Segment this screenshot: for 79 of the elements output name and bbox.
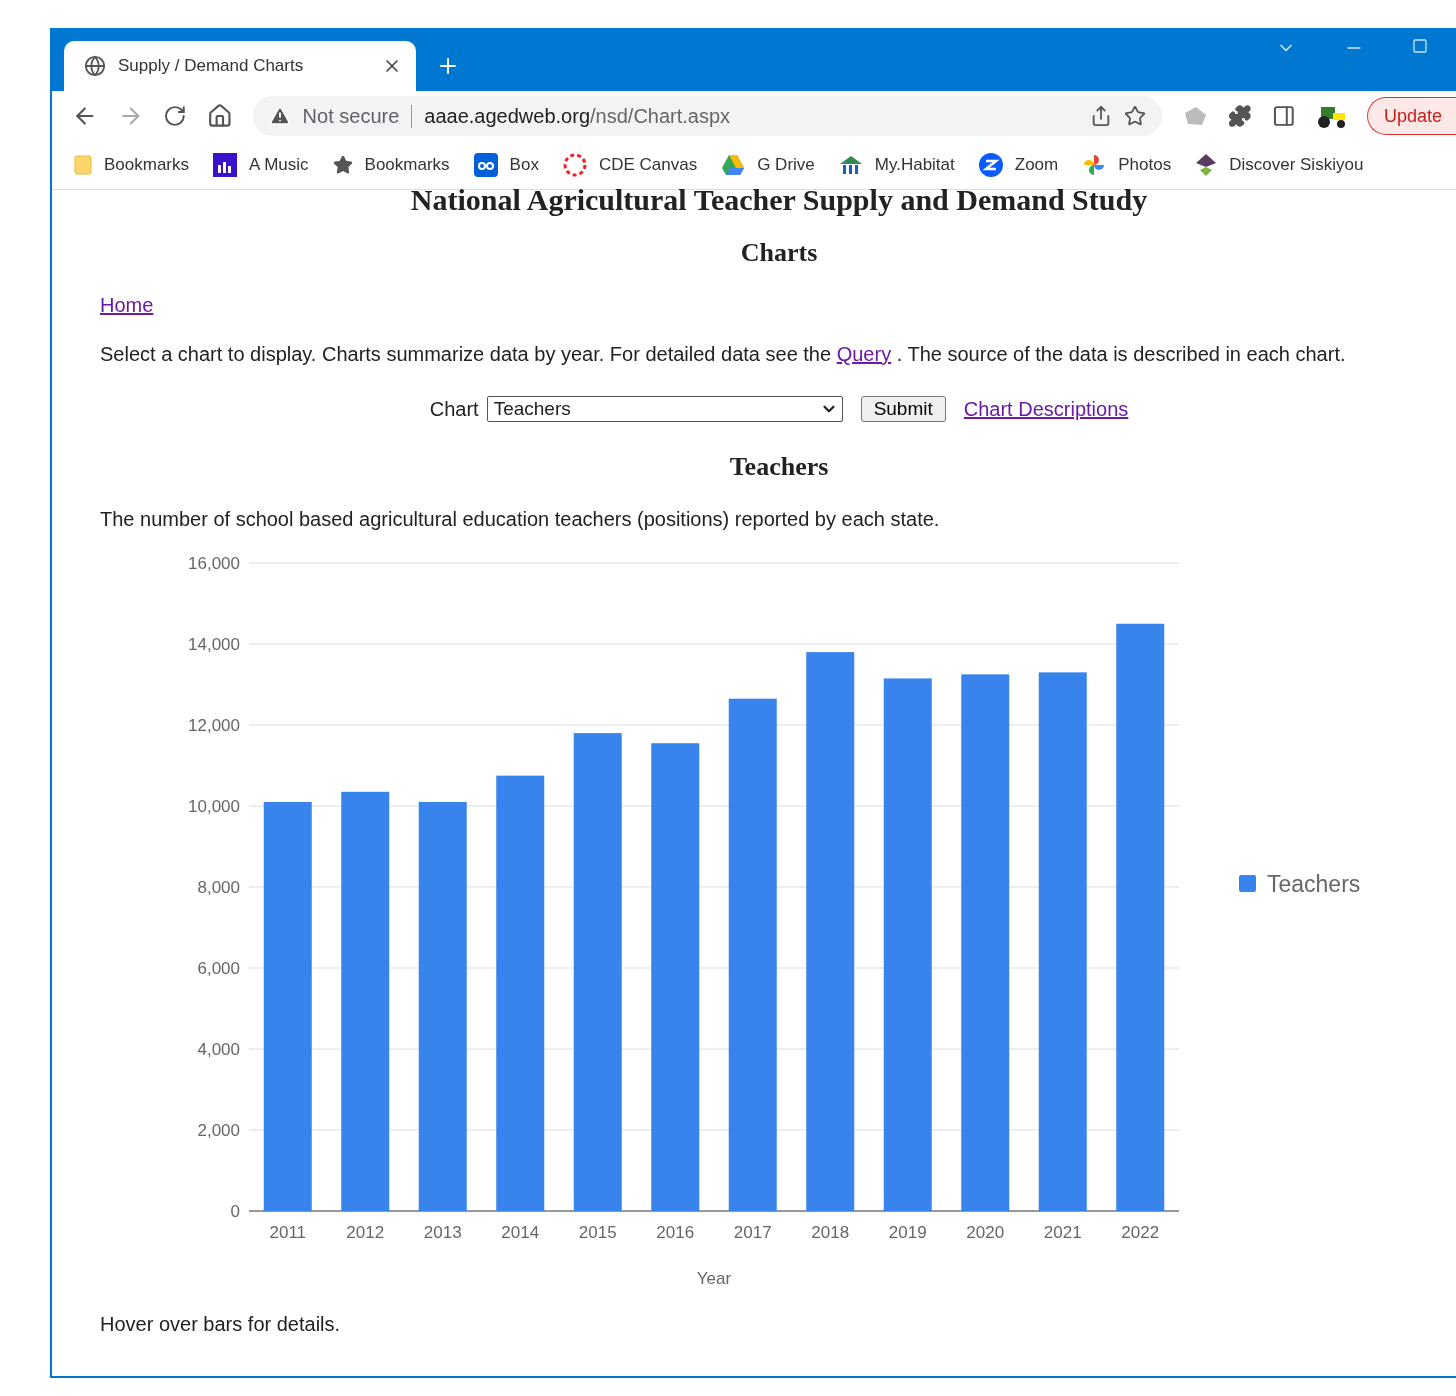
- extensions-icon[interactable]: [1228, 104, 1252, 128]
- bookmark[interactable]: Box: [473, 153, 539, 177]
- browser-tab[interactable]: Supply / Demand Charts: [64, 41, 416, 91]
- axis-tick-label: 2021: [1043, 1223, 1082, 1242]
- ring-icon: [562, 153, 587, 177]
- axis-tick-label: 2022: [1121, 1223, 1160, 1242]
- bookmark[interactable]: A Music: [213, 153, 309, 177]
- axis-tick-label: 2,000: [197, 1121, 240, 1140]
- bar[interactable]: [418, 801, 467, 1211]
- page-title: National Agricultural Teacher Supply and Demand Study: [409, 182, 1149, 218]
- house-icon: [838, 154, 863, 176]
- bookmark[interactable]: Discover Siskiyou: [1195, 153, 1364, 177]
- extension-icon[interactable]: [1182, 105, 1209, 127]
- music-icon: [213, 153, 238, 177]
- bar[interactable]: [496, 775, 545, 1211]
- reload-icon[interactable]: [163, 104, 187, 128]
- triangle-icon: [721, 154, 746, 176]
- axis-tick-label: 2017: [733, 1223, 772, 1242]
- zoom-icon: [978, 153, 1003, 177]
- axis-tick-label: 8,000: [197, 878, 240, 897]
- warning-icon: [268, 105, 291, 127]
- bookmark[interactable]: G Drive: [721, 154, 815, 176]
- bar[interactable]: [883, 678, 932, 1211]
- box-icon: [473, 153, 498, 177]
- axis-tick-label: 6,000: [197, 959, 240, 978]
- star-icon: [332, 155, 353, 175]
- chart-descriptions-link[interactable]: Chart Descriptions: [963, 397, 1129, 421]
- bookmark[interactable]: CDE Canvas: [562, 153, 698, 177]
- axis-tick-label: 16,000: [188, 554, 240, 573]
- axis-tick-label: 14,000: [188, 635, 240, 654]
- bar[interactable]: [1116, 623, 1165, 1211]
- axis-tick-label: 2019: [888, 1223, 927, 1242]
- globe-icon: [84, 55, 106, 77]
- bookmark[interactable]: Photos: [1082, 153, 1172, 177]
- home-link[interactable]: Home: [100, 294, 154, 316]
- axis-tick-label: 12,000: [188, 716, 240, 735]
- chart-title: Teachers: [728, 452, 830, 482]
- chart-label: Chart: [429, 397, 479, 421]
- folder-icon: [74, 155, 92, 175]
- bar[interactable]: [263, 801, 312, 1211]
- submit-button[interactable]: Submit: [860, 396, 946, 422]
- address-bar[interactable]: Not secure aaae.agedweb.org/nsd/Chart.aspx: [252, 96, 1163, 136]
- query-link[interactable]: Query: [836, 343, 892, 365]
- bookmark[interactable]: Zoom: [978, 153, 1059, 177]
- legend-label: Teachers: [1267, 871, 1361, 897]
- bar[interactable]: [341, 791, 390, 1211]
- footer-note: Hover over bars for details.: [100, 1313, 342, 1336]
- chart-select[interactable]: Teachers: [486, 396, 843, 422]
- bookmark[interactable]: Bookmarks: [74, 155, 190, 175]
- axis-title: Year: [696, 1269, 732, 1288]
- bar[interactable]: [573, 733, 622, 1211]
- bar[interactable]: [651, 743, 700, 1211]
- update-button[interactable]: Update: [1366, 97, 1456, 135]
- axis-tick-label: 0: [230, 1202, 240, 1221]
- axis-tick-label: 2011: [269, 1223, 307, 1242]
- maximize-icon[interactable]: [1412, 38, 1428, 54]
- axis-tick-label: 2018: [811, 1223, 850, 1242]
- axis-tick-label: 2020: [966, 1223, 1005, 1242]
- axis-tick-label: 2014: [501, 1223, 540, 1242]
- bookmark[interactable]: My.Habitat: [838, 154, 955, 176]
- axis-tick-label: 2012: [346, 1223, 385, 1242]
- bookmark-star-icon[interactable]: [1124, 105, 1147, 127]
- axis-tick-label: 10,000: [188, 797, 240, 816]
- section-heading: Charts: [739, 238, 819, 268]
- intro-text: Select a chart to display. Charts summarize data by year. For detailed data see the Query . The source of the data is described in each chart.: [100, 343, 1347, 366]
- bar[interactable]: [961, 674, 1010, 1211]
- diamond-icon: [1195, 153, 1218, 177]
- chart-description: The number of school based agricultural education teachers (positions) reported by each state.: [100, 508, 941, 531]
- bar[interactable]: [1038, 672, 1087, 1211]
- side-panel-icon[interactable]: [1271, 104, 1296, 128]
- axis-tick-label: 4,000: [197, 1040, 240, 1059]
- axis-tick-label: 2015: [578, 1223, 617, 1242]
- bar[interactable]: [806, 652, 855, 1211]
- pinwheel-icon: [1082, 153, 1107, 177]
- bar[interactable]: [728, 698, 777, 1211]
- home-icon[interactable]: [206, 103, 233, 129]
- axis-tick-label: 2013: [423, 1223, 462, 1242]
- bookmark[interactable]: Bookmarks: [332, 155, 450, 175]
- axis-tick-label: 2016: [656, 1223, 695, 1242]
